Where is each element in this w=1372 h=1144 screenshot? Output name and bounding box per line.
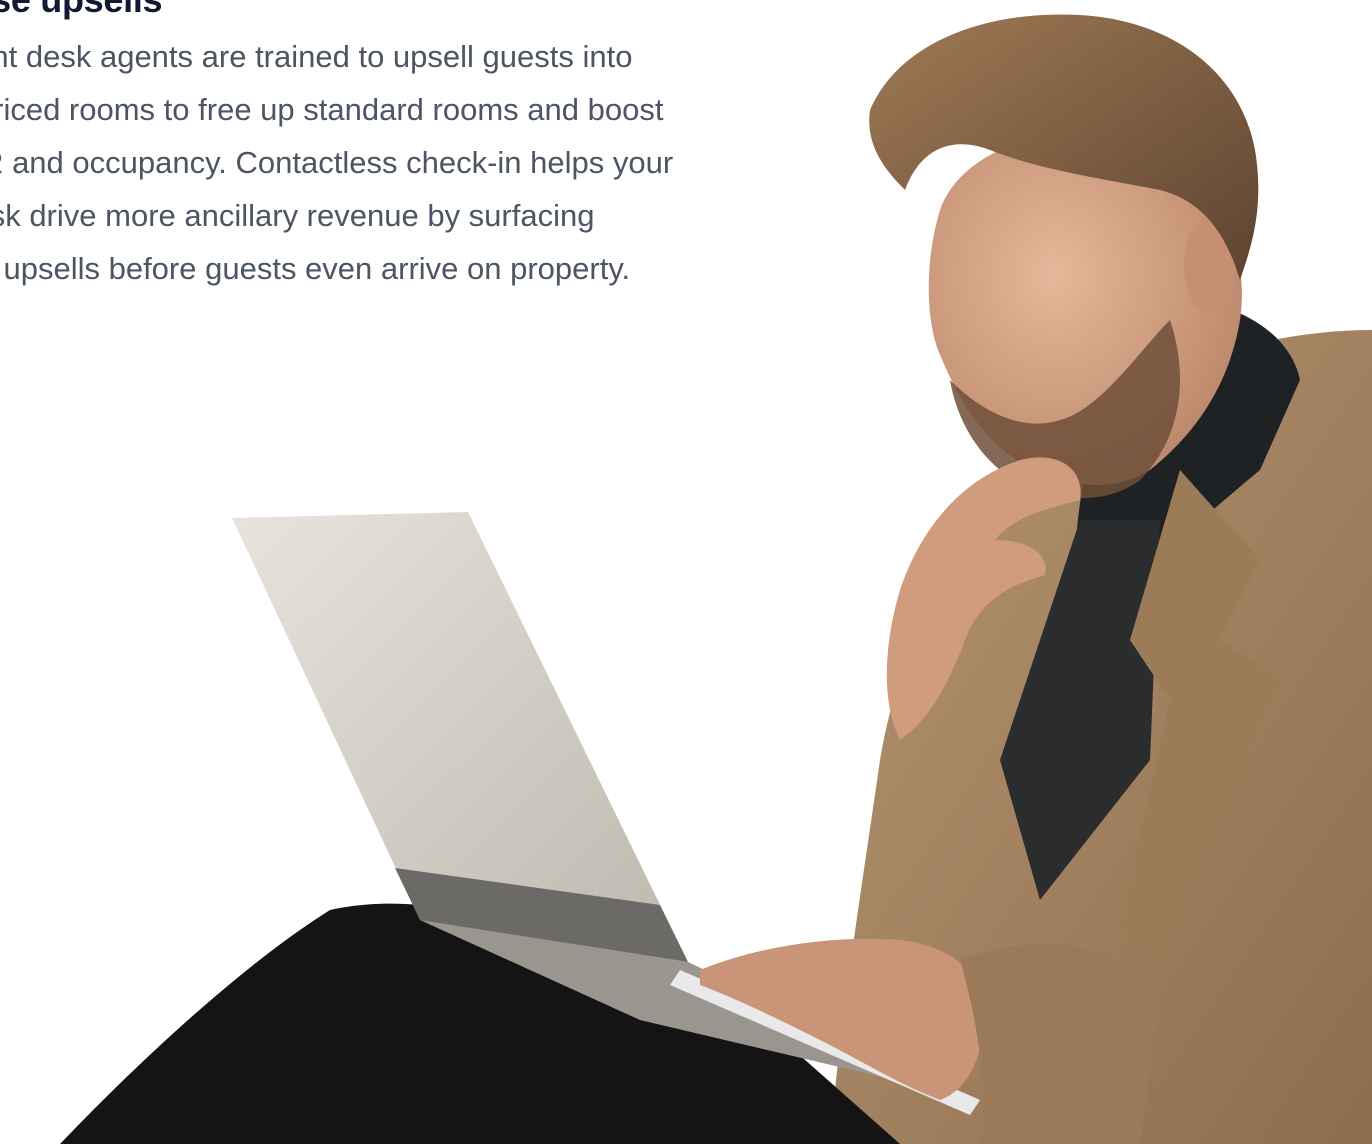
body-line: t front desk agents are trained to upsel…: [0, 39, 633, 74]
section-body: t front desk agents are trained to upsel…: [0, 30, 818, 295]
body-line: t desk drive more ancillary revenue by s…: [0, 198, 595, 233]
feature-copy: rease upsells t front desk agents are tr…: [0, 0, 818, 295]
section-heading: rease upsells: [0, 0, 818, 24]
body-line: cing upsells before guests even arrive o…: [0, 251, 631, 286]
body-line: ADR and occupancy. Contactless check-in …: [0, 145, 674, 180]
body-line: er-priced rooms to free up standard room…: [0, 92, 664, 127]
